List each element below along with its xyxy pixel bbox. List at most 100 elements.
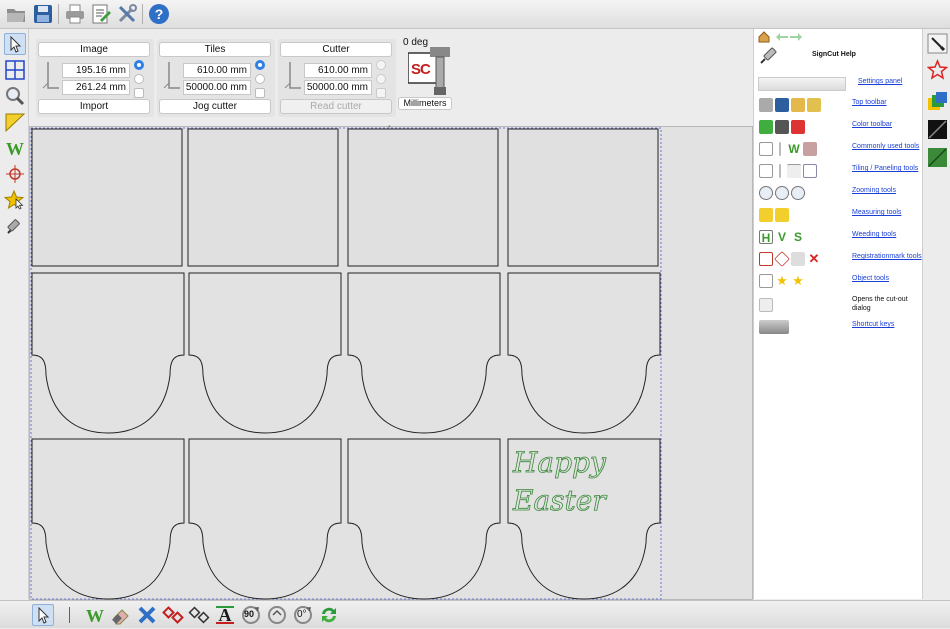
star-icon: ★ xyxy=(776,273,788,288)
node-red-icon[interactable] xyxy=(162,604,184,626)
help-panel: SignCut Help Settings panel Top toolbar … xyxy=(753,29,922,599)
tools-icon[interactable] xyxy=(116,3,138,25)
help-link-object-tools[interactable]: Object tools xyxy=(852,275,889,282)
settings-panel-thumbnail xyxy=(758,77,846,91)
cutter-radio-2[interactable] xyxy=(376,74,386,84)
rotate-0-label: 0° xyxy=(297,609,307,620)
help-link-top-toolbar[interactable]: Top toolbar xyxy=(852,99,887,106)
open-folder-icon[interactable] xyxy=(5,3,27,25)
color-layers-icon[interactable] xyxy=(927,91,948,112)
tiles-height-field[interactable]: 50000.00 mm xyxy=(183,80,251,95)
scallop-tile[interactable] xyxy=(507,272,661,434)
pick-color-icon[interactable] xyxy=(927,33,948,54)
keyboard-icon xyxy=(759,320,789,334)
select-arrow-icon xyxy=(759,164,773,178)
scallop-tile[interactable] xyxy=(31,272,185,434)
tiles-checkbox[interactable] xyxy=(255,88,265,98)
delete-x-icon: ✕ xyxy=(808,251,820,266)
zoom-in-icon xyxy=(775,186,789,200)
cutter-button[interactable]: Cutter xyxy=(280,42,392,57)
units-button[interactable]: Millimeters xyxy=(398,97,452,110)
help-row-settings-panel: Settings panel xyxy=(754,74,923,94)
tiles-button[interactable]: Tiles xyxy=(159,42,271,57)
design-canvas[interactable]: Happy Easter • xyxy=(29,122,753,600)
print-icon[interactable] xyxy=(64,3,86,25)
logo-text: SC xyxy=(411,61,431,78)
help-link-common-tools[interactable]: Commonly used tools xyxy=(852,143,919,150)
image-width-field[interactable]: 195.16 mm xyxy=(62,63,130,78)
scallop-tile[interactable] xyxy=(188,272,342,434)
measure-ruler-icon[interactable] xyxy=(4,111,26,133)
select-arrow-icon[interactable] xyxy=(4,33,26,55)
axes-icon xyxy=(163,62,180,89)
cutter-checkbox[interactable] xyxy=(376,88,386,98)
tiling-grid-icon xyxy=(803,164,817,178)
scallop-tile[interactable] xyxy=(31,438,185,600)
home-icon[interactable] xyxy=(758,31,770,43)
help-link-shortcut-keys[interactable]: Shortcut keys xyxy=(852,321,894,328)
text-a-icon[interactable]: A xyxy=(214,604,236,626)
scallop-tile[interactable] xyxy=(347,272,501,434)
rotate-free-icon[interactable] xyxy=(266,604,288,626)
help-link-measuring-tools[interactable]: Measuring tools xyxy=(852,209,901,216)
node-outline-icon[interactable] xyxy=(188,604,210,626)
help-row-zooming-tools: Zooming tools xyxy=(754,183,923,203)
forward-arrow-icon[interactable] xyxy=(790,33,802,41)
save-icon[interactable] xyxy=(32,3,54,25)
help-link-settings-panel[interactable]: Settings panel xyxy=(858,78,902,85)
help-link-tiling-tools[interactable]: Tiling / Paneling tools xyxy=(852,165,918,172)
refresh-icon[interactable] xyxy=(318,604,340,626)
select-arrow-icon[interactable] xyxy=(32,604,54,626)
image-height-field[interactable]: 261.24 mm xyxy=(62,80,130,95)
measure-ruler-icon xyxy=(759,208,773,222)
settings-panel: Image 195.16 mm 261.24 mm Import Tiles 6… xyxy=(30,29,752,125)
scallop-tile[interactable] xyxy=(188,438,342,600)
image-radio-2[interactable] xyxy=(134,74,144,84)
edit-document-icon[interactable] xyxy=(90,3,112,25)
help-row-object-tools: ★ ★ Object tools xyxy=(754,271,923,291)
weed-w-icon[interactable]: W xyxy=(84,604,106,626)
delete-x-icon[interactable] xyxy=(136,604,158,626)
rotate-90-icon[interactable]: 90 xyxy=(240,604,262,626)
scallop-tiles xyxy=(31,272,661,600)
help-link-weeding-tools[interactable]: Weeding tools xyxy=(852,231,896,238)
read-cutter-button[interactable]: Read cutter xyxy=(280,99,392,114)
star-outline-icon[interactable] xyxy=(926,59,949,80)
zoom-icon[interactable] xyxy=(4,85,26,107)
tile-square xyxy=(187,128,339,267)
pencil-icon xyxy=(791,98,805,112)
image-radio-1[interactable] xyxy=(134,60,144,70)
black-fill-icon[interactable] xyxy=(927,119,948,140)
tiling-grid-icon[interactable] xyxy=(4,59,26,81)
weeding-w-icon[interactable]: W xyxy=(4,137,26,159)
registration-mark-icon[interactable] xyxy=(4,163,26,185)
cutter-radio-1[interactable] xyxy=(376,60,386,70)
signcut-logo[interactable]: SC xyxy=(407,47,450,95)
eraser-icon xyxy=(803,142,817,156)
cutter-height-field[interactable]: 50000.00 mm xyxy=(304,80,372,95)
tiles-radio-2[interactable] xyxy=(255,74,265,84)
cutter-knife-icon[interactable] xyxy=(4,215,26,237)
tiles-width-field[interactable]: 610.00 mm xyxy=(183,63,251,78)
open-folder-icon xyxy=(759,98,773,112)
import-button[interactable]: Import xyxy=(38,99,150,114)
star-object-icon[interactable] xyxy=(3,189,26,211)
back-arrow-icon[interactable] xyxy=(776,33,788,41)
color-layers-icon xyxy=(759,120,773,134)
help-icon[interactable]: ? xyxy=(148,3,170,25)
image-button[interactable]: Image xyxy=(38,42,150,57)
scallop-tile[interactable] xyxy=(347,438,501,600)
tiles-radio-1[interactable] xyxy=(255,60,265,70)
red-fill-icon xyxy=(791,120,805,134)
help-link-zooming-tools[interactable]: Zooming tools xyxy=(852,187,896,194)
green-fill-icon[interactable] xyxy=(927,147,948,168)
handle-dot[interactable]: • xyxy=(388,122,394,131)
help-link-registration-tools[interactable]: Registrationmark tools xyxy=(852,253,922,260)
cutter-width-field[interactable]: 610.00 mm xyxy=(304,63,372,78)
help-link-color-toolbar[interactable]: Color toolbar xyxy=(852,121,892,128)
eraser-icon[interactable] xyxy=(110,604,132,626)
axes-icon xyxy=(284,62,301,89)
rotate-0-icon[interactable]: 0° xyxy=(292,604,314,626)
image-checkbox[interactable] xyxy=(134,88,144,98)
jog-cutter-button[interactable]: Jog cutter xyxy=(159,99,271,114)
